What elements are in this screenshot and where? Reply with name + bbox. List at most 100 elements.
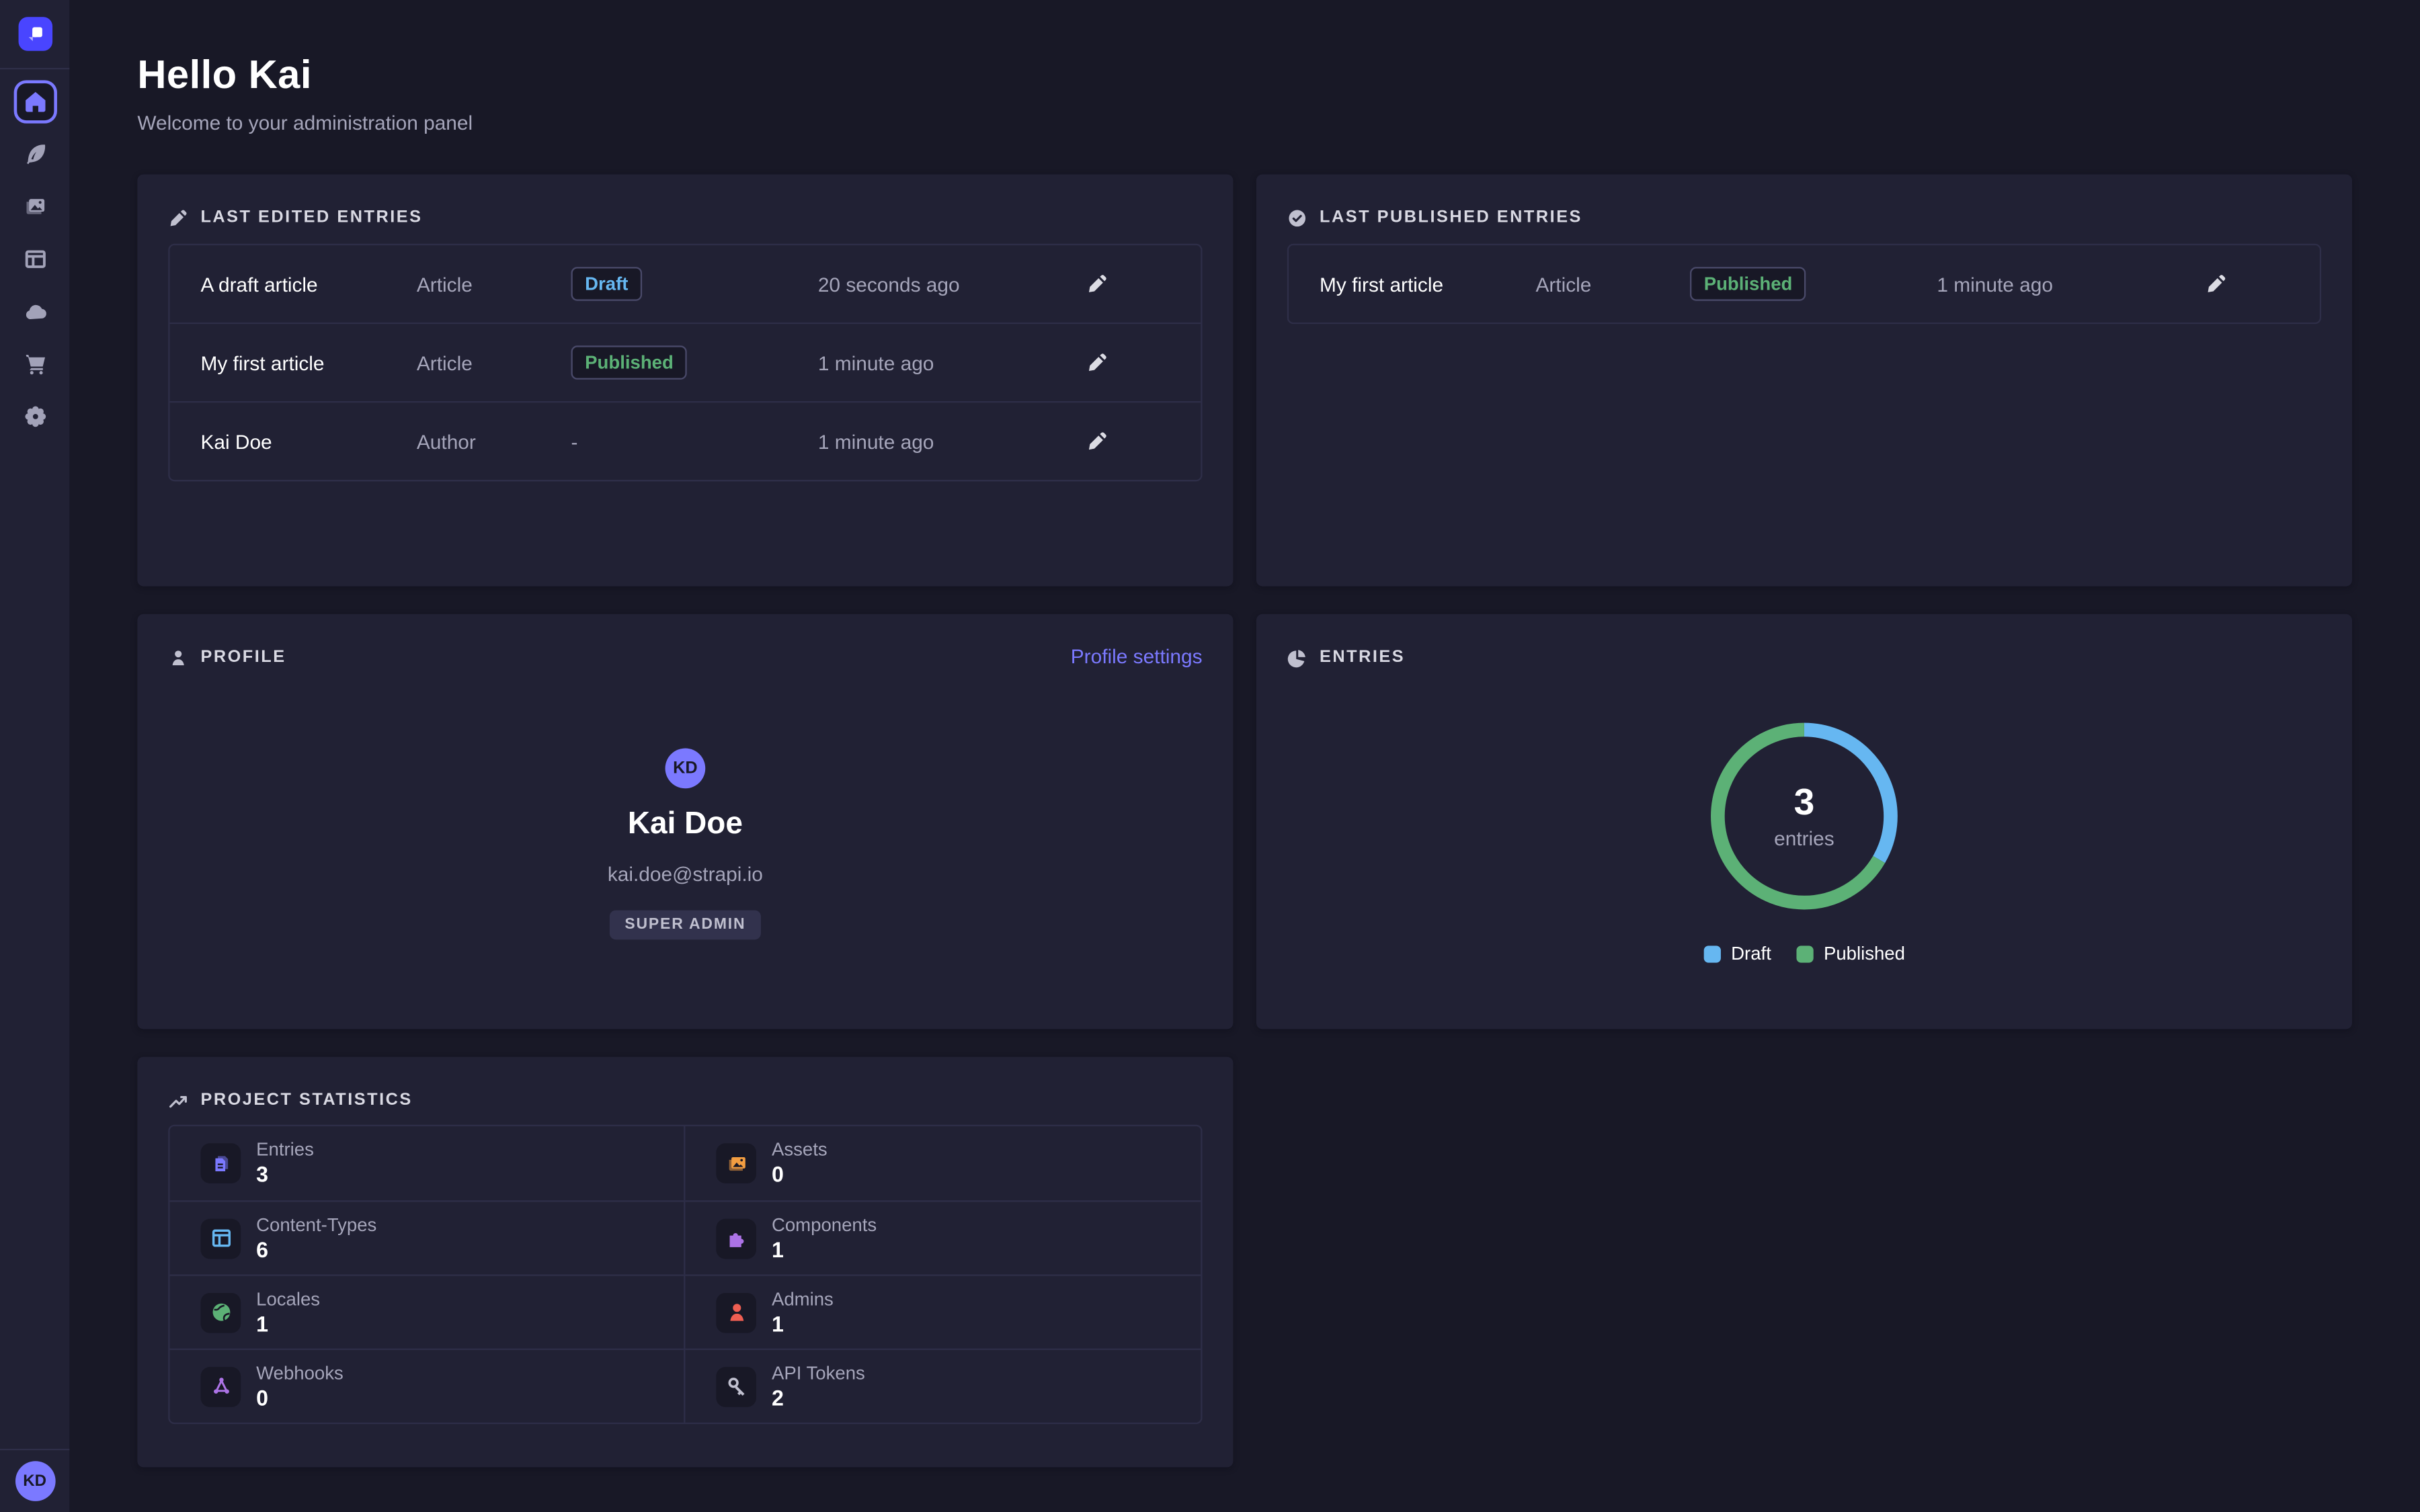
user-avatar[interactable]: KD [15, 1461, 55, 1501]
strapi-logo-icon [24, 23, 46, 44]
stat-entries: Entries 3 [170, 1126, 686, 1200]
dashboard-grid: LAST EDITED ENTRIES A draft article Arti… [137, 174, 2352, 1467]
edit-entry-button[interactable] [1080, 424, 1115, 458]
entry-time: 1 minute ago [818, 351, 1080, 374]
chart-legend: Draft Published [1703, 943, 1905, 964]
entry-time: 1 minute ago [1937, 272, 2199, 295]
stat-label: API Tokens [772, 1363, 865, 1383]
sidebar-item-content-manager[interactable] [13, 132, 56, 175]
edit-entry-button[interactable] [1080, 345, 1115, 380]
trending-up-icon [168, 1090, 188, 1110]
donut-total-label: entries [1774, 826, 1834, 849]
stat-webhooks: Webhooks 0 [170, 1349, 686, 1423]
webhook-icon [200, 1366, 241, 1406]
stat-value: 3 [256, 1162, 314, 1187]
profile-role-badge: SUPER ADMIN [609, 911, 761, 940]
profile-card: PROFILE Profile settings KD Kai Doe kai.… [137, 614, 1233, 1030]
stat-admins: Admins 1 [685, 1274, 1201, 1348]
legend-item-draft: Draft [1703, 943, 1771, 964]
stat-label: Admins [772, 1289, 834, 1309]
profile-settings-link[interactable]: Profile settings [1071, 645, 1203, 668]
stat-value: 0 [772, 1162, 828, 1187]
last-edited-entries-header: LAST EDITED ENTRIES [168, 205, 1202, 230]
table-row[interactable]: My first article Article Published 1 min… [170, 323, 1201, 401]
card-title-text: LAST PUBLISHED ENTRIES [1320, 208, 1582, 227]
key-icon [716, 1366, 756, 1406]
pictures-icon [716, 1143, 756, 1183]
last-published-entries-header: LAST PUBLISHED ENTRIES [1287, 205, 2321, 230]
stat-label: Components [772, 1215, 877, 1235]
sidebar-item-cloud[interactable] [13, 290, 56, 333]
stat-content-types: Content-Types 6 [170, 1200, 686, 1274]
table-row[interactable]: A draft article Article Draft 20 seconds… [170, 245, 1201, 323]
cloud-icon [22, 299, 47, 324]
profile-name: Kai Doe [628, 807, 743, 841]
sidebar: KD [0, 0, 69, 1512]
globe-icon [200, 1292, 241, 1333]
status-badge: Published [1690, 267, 1806, 301]
pencil-icon [168, 208, 188, 228]
stat-value: 1 [772, 1236, 877, 1261]
stat-value: 2 [772, 1385, 865, 1410]
card-title-text: LAST EDITED ENTRIES [200, 208, 422, 227]
entry-kind: Article [417, 351, 571, 374]
stat-assets: Assets 0 [685, 1126, 1201, 1200]
sidebar-item-media-library[interactable] [13, 185, 56, 228]
card-title-text: PROFILE [200, 648, 286, 667]
table-row[interactable]: Kai Doe Author - 1 minute ago [170, 401, 1201, 480]
stat-label: Assets [772, 1140, 828, 1161]
page-title: Hello Kai [137, 51, 2352, 97]
donut-center: 3 entries [1704, 716, 1904, 916]
home-icon [22, 89, 47, 114]
sidebar-nav [13, 69, 56, 448]
stat-value: 1 [772, 1310, 834, 1335]
sidebar-item-settings[interactable] [13, 395, 56, 438]
edit-entry-button[interactable] [2200, 267, 2234, 301]
edit-entry-button[interactable] [1080, 267, 1115, 301]
sidebar-item-content-type-builder[interactable] [13, 238, 56, 281]
stat-label: Webhooks [256, 1363, 344, 1383]
layout-icon [200, 1218, 241, 1259]
stat-label: Entries [256, 1140, 314, 1161]
stat-value: 1 [256, 1310, 320, 1335]
feather-icon [22, 142, 47, 167]
sidebar-item-marketplace[interactable] [13, 343, 56, 386]
main-content: Hello Kai Welcome to your administration… [69, 0, 2420, 1512]
legend-swatch-draft [1703, 945, 1720, 962]
legend-label: Draft [1731, 943, 1771, 964]
stat-locales: Locales 1 [170, 1274, 686, 1348]
logo-section [0, 0, 69, 69]
sidebar-item-home[interactable] [13, 80, 56, 123]
stat-value: 6 [256, 1236, 376, 1261]
entry-name: My first article [200, 351, 416, 374]
stat-api-tokens: API Tokens 2 [685, 1349, 1201, 1423]
last-published-entries-card: LAST PUBLISHED ENTRIES My first article … [1256, 174, 2352, 586]
project-statistics-card: PROJECT STATISTICS Entries 3 [137, 1057, 1233, 1468]
pie-chart-icon [1287, 647, 1307, 667]
entry-kind: Article [417, 272, 571, 295]
project-statistics-grid: Entries 3 Assets 0 Conte [168, 1125, 1202, 1424]
puzzle-icon [716, 1218, 756, 1259]
project-statistics-header: PROJECT STATISTICS [168, 1088, 1202, 1113]
sidebar-footer: KD [0, 1449, 69, 1512]
legend-swatch-published [1796, 945, 1813, 962]
legend-item-published: Published [1796, 943, 1905, 964]
entry-name: Kai Doe [200, 429, 416, 452]
table-row[interactable]: My first article Article Published 1 min… [1289, 245, 2320, 323]
profile-body: KD Kai Doe kai.doe@strapi.io SUPER ADMIN [168, 669, 1202, 939]
entry-kind: Author [417, 429, 571, 452]
profile-email: kai.doe@strapi.io [608, 862, 763, 885]
entries-donut-chart: 3 entries [1704, 716, 1904, 916]
status-badge: Draft [571, 267, 642, 301]
entry-kind: Article [1535, 272, 1690, 295]
stat-value: 0 [256, 1385, 344, 1410]
cart-icon [22, 351, 47, 376]
user-icon [168, 647, 188, 667]
pictures-icon [22, 194, 47, 219]
strapi-logo[interactable] [17, 17, 52, 51]
last-edited-table: A draft article Article Draft 20 seconds… [168, 244, 1202, 482]
strapi-admin-dashboard: KD Hello Kai Welcome to your administrat… [0, 0, 2420, 1512]
legend-label: Published [1824, 943, 1905, 964]
check-circle-icon [1287, 208, 1307, 228]
status-badge: Published [571, 345, 687, 380]
